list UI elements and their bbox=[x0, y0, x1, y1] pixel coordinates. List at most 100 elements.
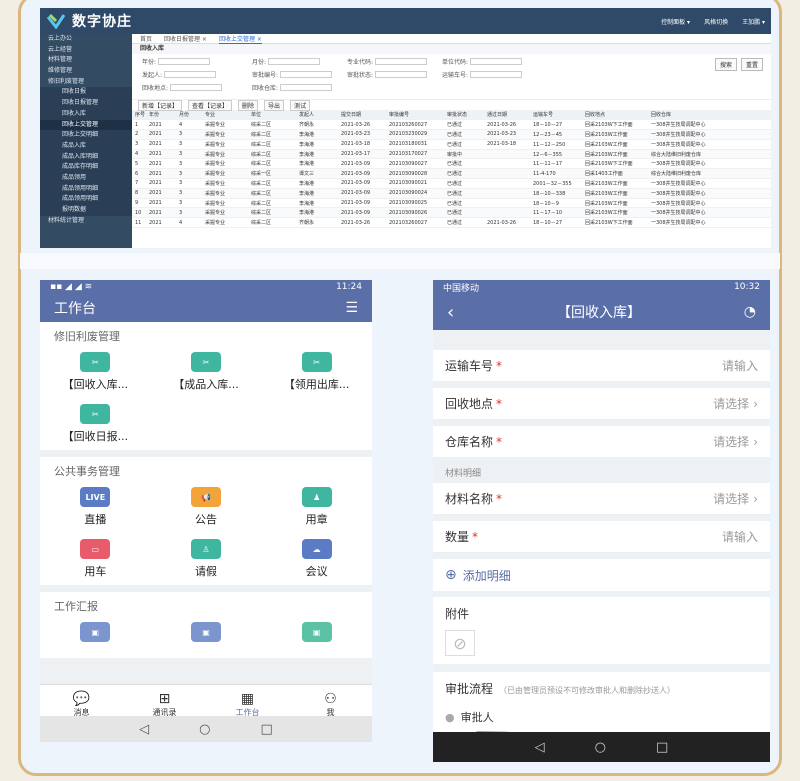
reset-button[interactable]: 重置 bbox=[740, 58, 763, 71]
column-header[interactable]: 单位 bbox=[248, 110, 296, 121]
location-select[interactable] bbox=[170, 84, 223, 91]
table-row[interactable]: 7 2021 3 采掘专业 综采二区 李海港 2021-03-09 202103090021 已… bbox=[132, 178, 771, 189]
tab-me[interactable]: ⚇ 我 bbox=[289, 685, 372, 717]
table-row[interactable]: 10 2021 3 采掘专业 综采二区 李海港 2021-03-09 202103090026… bbox=[132, 207, 771, 219]
recent-apps-icon[interactable]: □ bbox=[656, 740, 668, 755]
sidebar-item[interactable]: 云上经营 bbox=[40, 45, 132, 56]
recent-apps-icon[interactable]: □ bbox=[261, 722, 273, 737]
table-header-row: 序号 年份 月份 专业 单位 发起人 提交日期 审批编号 审批状态 通过日期 运输车号 回收地点 回收仓… bbox=[132, 110, 771, 121]
back-icon[interactable]: ◁ bbox=[535, 740, 545, 755]
sidebar-item[interactable]: 材料管理 bbox=[40, 55, 132, 66]
table-row[interactable]: 6 2021 3 采掘专业 综采一区 谭文三 2021-03-09 202103090028 已… bbox=[132, 168, 771, 180]
app-tile[interactable]: ☁ 会议 bbox=[261, 537, 372, 579]
table-row[interactable]: 9 2021 3 采掘专业 综采二区 李海港 2021-03-09 202103090025 已… bbox=[132, 198, 771, 209]
app-tile[interactable]: ▣ bbox=[261, 620, 372, 646]
sidebar-item[interactable]: 修旧利废管理 bbox=[40, 77, 132, 88]
column-header[interactable]: 运输车号 bbox=[530, 110, 582, 121]
sidebar-item[interactable]: 成品库存明细 bbox=[40, 162, 132, 173]
tab-contacts[interactable]: ⊞ 通讯录 bbox=[123, 685, 206, 717]
control-panel-menu[interactable]: 控制面板 ▾ bbox=[661, 17, 690, 26]
year-select[interactable] bbox=[158, 58, 211, 65]
table-row[interactable]: 8 2021 3 采掘专业 综采二区 李海港 2021-03-09 202103090024 已… bbox=[132, 188, 771, 199]
table-row[interactable]: 5 2021 3 采掘专业 综采二区 李海港 2021-03-09 202103090027 已… bbox=[132, 158, 771, 170]
warehouse-name-field[interactable]: 仓库名称 * 请选择 › bbox=[433, 426, 770, 458]
table-row[interactable]: 11 2021 4 采掘专业 综采二区 齐朝永 2021-03-26 202103260027… bbox=[132, 217, 771, 229]
major-select[interactable] bbox=[375, 58, 428, 65]
delete-button[interactable]: 删除 bbox=[238, 99, 259, 111]
app-tile[interactable]: ▭ 用车 bbox=[40, 537, 151, 579]
app-tile[interactable]: LIVE 直播 bbox=[40, 485, 151, 527]
column-header[interactable]: 序号 bbox=[132, 110, 146, 121]
sidebar-item[interactable]: 回收日报 bbox=[40, 87, 132, 99]
sidebar-item[interactable]: 成品入库明细 bbox=[40, 151, 132, 163]
sidebar-item[interactable]: 云上办公 bbox=[40, 34, 132, 45]
column-header[interactable]: 回收仓库 bbox=[648, 110, 771, 121]
test-button[interactable]: 测试 bbox=[290, 99, 311, 111]
app-tile[interactable]: ♙ 请假 bbox=[151, 537, 262, 579]
settings-icon[interactable]: ☰ bbox=[345, 300, 358, 316]
app-tile[interactable]: ✂ 【回收日报... bbox=[40, 402, 151, 444]
sidebar-item[interactable]: 成品领用明细 bbox=[40, 183, 132, 195]
add-detail-button[interactable]: ⊕ 添加明细 bbox=[433, 559, 770, 591]
warehouse-select[interactable] bbox=[280, 84, 333, 91]
back-arrow-icon[interactable]: ‹ bbox=[447, 302, 454, 323]
app-tile[interactable]: ✂ 【领用出库... bbox=[261, 350, 372, 392]
app-tile[interactable]: ✂ 【成品入库... bbox=[151, 350, 262, 392]
sidebar-item-active[interactable]: 回收上交管理 bbox=[40, 119, 132, 131]
recycle-location-field[interactable]: 回收地点 * 请选择 › bbox=[433, 388, 770, 420]
app-tile[interactable]: ♟ 用章 bbox=[261, 485, 372, 527]
home-icon[interactable]: ○ bbox=[199, 722, 210, 737]
sidebar-item[interactable]: 回收入库 bbox=[40, 108, 132, 120]
column-header[interactable]: 月份 bbox=[176, 110, 202, 121]
sidebar-item[interactable]: 报明数据 bbox=[40, 205, 132, 216]
approval-no-input[interactable] bbox=[280, 71, 333, 78]
search-button[interactable]: 搜索 bbox=[714, 58, 737, 71]
app-tile[interactable]: ✂ 【回收入库... bbox=[40, 350, 151, 392]
sidebar-item[interactable]: 成品领用 bbox=[40, 172, 132, 184]
unit-select[interactable] bbox=[470, 58, 523, 65]
sidebar-item[interactable]: 成品入库 bbox=[40, 140, 132, 152]
tab-workbench[interactable]: ▦ 工作台 bbox=[206, 685, 289, 717]
table-row[interactable]: 1 2021 4 采掘专业 综采二区 齐朝永 2021-03-26 202103260027 已… bbox=[132, 119, 771, 131]
column-header[interactable]: 审批状态 bbox=[444, 110, 484, 121]
tab-home[interactable]: 首页 bbox=[140, 34, 152, 43]
column-header[interactable]: 专业 bbox=[202, 110, 248, 121]
column-header[interactable]: 回收地点 bbox=[582, 110, 648, 121]
month-select[interactable] bbox=[268, 58, 321, 65]
column-header[interactable]: 提交日期 bbox=[338, 110, 386, 121]
tab-daily-report[interactable]: 回收日报管理 × bbox=[164, 34, 207, 43]
export-button[interactable]: 导出 bbox=[264, 99, 285, 111]
style-switch-link[interactable]: 风格切换 bbox=[704, 17, 728, 26]
app-tile[interactable]: 📢 公告 bbox=[151, 485, 262, 527]
approval-status-select[interactable] bbox=[375, 71, 428, 78]
add-record-button[interactable]: 新增【记录】 bbox=[138, 99, 183, 111]
table-row[interactable]: 2 2021 3 采掘专业 综采二区 李海港 2021-03-23 202103230029 已… bbox=[132, 129, 771, 140]
table-row[interactable]: 4 2021 3 采掘专业 综采二区 李海港 2021-03-17 202103170027 审… bbox=[132, 149, 771, 160]
user-menu[interactable]: 王加鹏 ▾ bbox=[742, 17, 765, 26]
history-icon[interactable]: ◔ bbox=[744, 304, 756, 320]
sidebar-item[interactable]: 回收上交明细 bbox=[40, 130, 132, 141]
material-name-field[interactable]: 材料名称 * 请选择 › bbox=[433, 483, 770, 515]
back-icon[interactable]: ◁ bbox=[139, 722, 149, 737]
vehicle-number-field[interactable]: 运输车号 * 请输入 bbox=[433, 350, 770, 382]
sidebar-item[interactable]: 回收日报管理 bbox=[40, 98, 132, 109]
quantity-field[interactable]: 数量 * 请输入 bbox=[433, 521, 770, 553]
sidebar-item[interactable]: 材料统计管理 bbox=[40, 216, 132, 227]
column-header[interactable]: 年份 bbox=[146, 110, 176, 121]
sidebar-item[interactable]: 成品领用明细 bbox=[40, 194, 132, 205]
column-header[interactable]: 发起人 bbox=[296, 110, 338, 121]
column-header[interactable]: 通过日期 bbox=[484, 110, 530, 121]
tab-messages[interactable]: 💬 消息 bbox=[40, 685, 123, 717]
tab-submit-management[interactable]: 回收上交管理 × bbox=[218, 34, 262, 44]
app-tile[interactable]: ▣ bbox=[40, 620, 151, 646]
home-icon[interactable]: ○ bbox=[595, 740, 606, 755]
sidebar-item[interactable]: 维修管理 bbox=[40, 66, 132, 77]
view-record-button[interactable]: 查看【记录】 bbox=[188, 99, 233, 111]
table-row[interactable]: 3 2021 3 采掘专业 综采二区 李海港 2021-03-18 202103180031 已… bbox=[132, 139, 771, 150]
app-tile-label: 【成品入库... bbox=[173, 378, 239, 391]
column-header[interactable]: 审批编号 bbox=[386, 110, 444, 121]
initiator-input[interactable] bbox=[164, 71, 217, 78]
app-tile[interactable]: ▣ bbox=[151, 620, 262, 646]
vehicle-input[interactable] bbox=[470, 71, 523, 78]
paperclip-icon[interactable]: ⊘ bbox=[445, 630, 475, 656]
